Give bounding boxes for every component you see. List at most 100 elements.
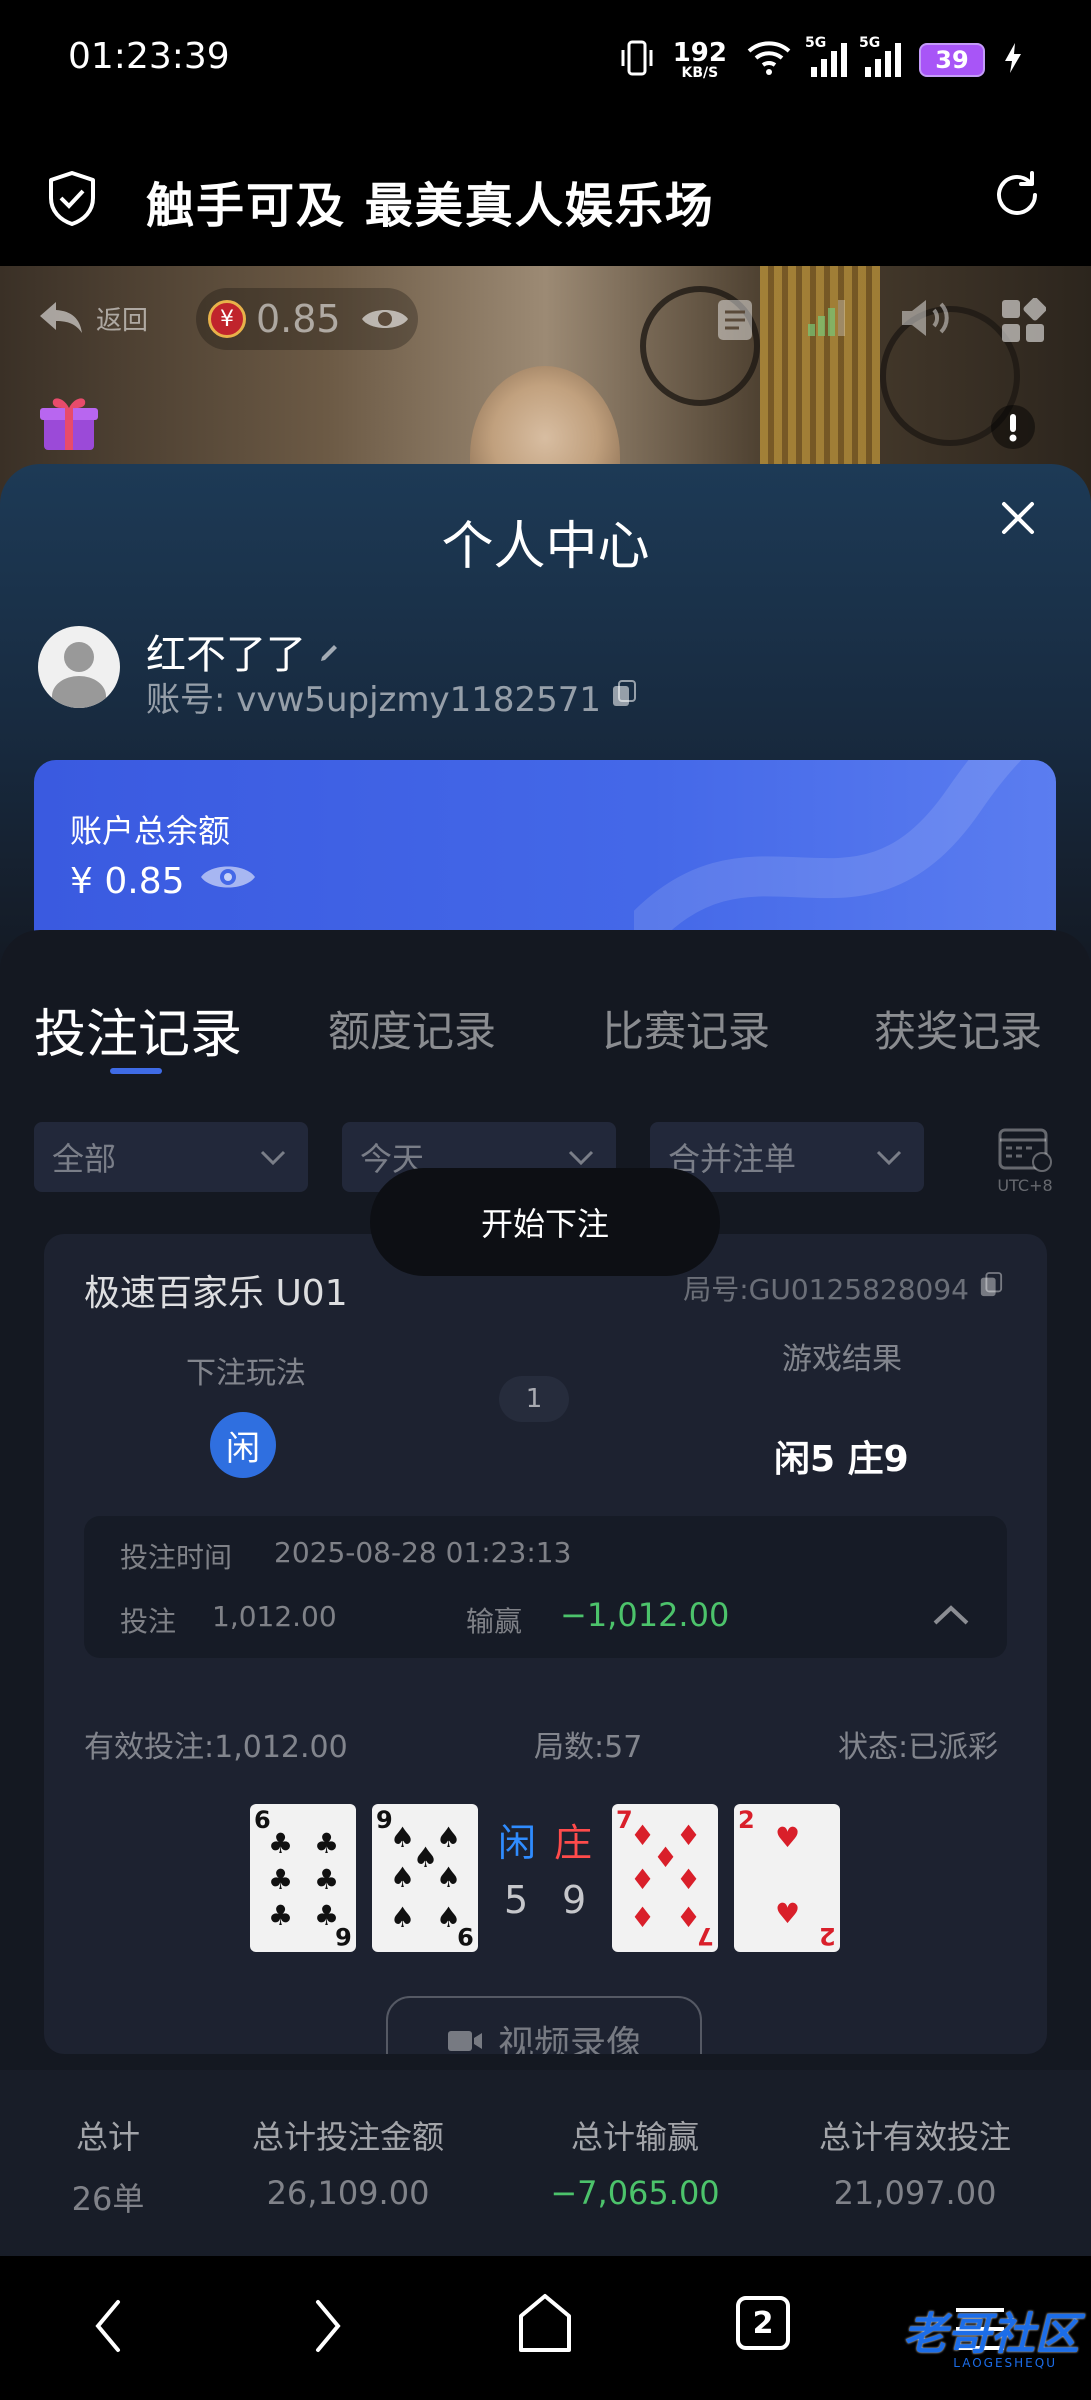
chevron-left-icon [95, 2300, 120, 2352]
gift-icon[interactable] [38, 392, 100, 454]
copy-account-button[interactable] [611, 677, 637, 717]
nav-home-button[interactable] [516, 2292, 574, 2358]
video-replay-button[interactable]: 视频录像 [386, 1996, 702, 2054]
back-arrow-icon [40, 302, 82, 333]
totals-header-winloss: 总计输赢 [570, 2118, 699, 2156]
round-count: 局数:57 [534, 1730, 643, 1765]
tab-bet-records[interactable]: 投注记录 [34, 992, 242, 1067]
records-panel: 投注记录 额度记录 比赛记录 获奖记录 全部 今天 合并注单 UTC+8 极速百… [0, 930, 1091, 2400]
totals-count: 26单 [71, 2180, 145, 2218]
app-bar: 触手可及 最美真人娱乐场 [0, 120, 1091, 266]
edit-name-button[interactable] [318, 628, 342, 674]
playing-card: 7 ♦ ♦ ♦ ♦ ♦ ♦ ♦ 7 [612, 1804, 718, 1952]
nav-forward-button[interactable] [312, 2296, 344, 2360]
bet-detail-box: 投注时间 2025-08-28 01:23:13 投注 1,012.00 输赢 … [84, 1516, 1007, 1658]
round-number: 局号:GU0125828094 [683, 1268, 1003, 1308]
tab-award-records[interactable]: 获奖记录 [874, 998, 1042, 1059]
round-count-badge: 1 [499, 1376, 569, 1422]
status-time: 01:23:39 [68, 36, 230, 77]
refresh-button[interactable] [990, 168, 1044, 226]
eye-icon [200, 866, 255, 888]
win-loss-amount: −1,012.00 [560, 1596, 730, 1634]
balance-value: ¥ 0.85 [70, 861, 185, 902]
playing-card: 2 ♥ ♥ 2 [734, 1804, 840, 1952]
back-button[interactable]: 返回 [36, 298, 148, 338]
avatar [38, 626, 120, 708]
vibrate-icon [619, 38, 655, 82]
calendar-button[interactable]: UTC+8 [990, 1124, 1060, 1195]
signal-sim1-icon: 5G [805, 35, 847, 77]
game-name: 极速百家乐 U01 [84, 1273, 348, 1314]
status-bar: 01:23:39 192 KB/S 5G 5G 39 [0, 0, 1091, 120]
balance-label: 账户总余额 [70, 812, 231, 850]
wifi-icon [745, 39, 793, 81]
playing-card: 9 ♠ ♠ ♠ ♠ ♠ ♠ ♠ 9 [372, 1804, 478, 1952]
nav-back-button[interactable] [92, 2296, 124, 2360]
totals-bet: 26,109.00 [266, 2174, 430, 2212]
copy-icon [980, 1271, 1003, 1296]
card-wave-decoration [634, 760, 1022, 940]
battery-icon: 39 [919, 43, 985, 77]
apps-grid-icon[interactable] [1000, 298, 1046, 344]
filter-type-select[interactable]: 全部 [34, 1122, 308, 1192]
game-result: 闲5 庄9 [774, 1439, 909, 1480]
close-icon [1002, 502, 1034, 534]
totals-winloss: −7,065.00 [550, 2174, 720, 2212]
toast-message: 开始下注 [370, 1168, 720, 1276]
chevron-down-icon [260, 1150, 286, 1166]
tab-count: 2 [736, 2296, 790, 2350]
totals-header-bet: 总计投注金额 [251, 2118, 444, 2156]
copy-icon [613, 679, 637, 706]
close-button[interactable] [1000, 500, 1036, 540]
pencil-icon [321, 645, 337, 661]
tab-credit-records[interactable]: 额度记录 [328, 998, 496, 1059]
totals-valid: 21,097.00 [833, 2174, 997, 2212]
sheet-title: 个人中心 [441, 517, 650, 577]
watermark-logo: 老哥社区 [903, 2309, 1079, 2360]
collapse-button[interactable] [932, 1604, 970, 1630]
volume-icon[interactable] [898, 296, 958, 340]
bet-amount: 1,012.00 [212, 1600, 337, 1633]
balance-value-row: ¥ 0.85 [70, 860, 257, 903]
settle-status: 状态:已派彩 [838, 1730, 999, 1765]
shield-check-icon [46, 170, 98, 230]
banker-score: 9 [562, 1878, 587, 1922]
chevron-up-icon [933, 1605, 969, 1625]
alert-icon[interactable] [990, 404, 1036, 450]
app-title: 触手可及 最美真人娱乐场 [146, 178, 715, 234]
chevron-down-icon [876, 1150, 902, 1166]
home-icon [519, 2294, 571, 2352]
bet-type-label: 下注玩法 [186, 1356, 306, 1391]
bet-record-card: 极速百家乐 U01 局号:GU0125828094 下注玩法 闲 1 游戏结果 … [44, 1234, 1047, 2054]
playing-card: 6 ♣ ♣ ♣ ♣ ♣ ♣ 6 [250, 1804, 356, 1952]
totals-bar: 总计 总计投注金额 总计输赢 总计有效投注 26单 26,109.00 −7,0… [0, 2070, 1091, 2256]
active-tab-indicator [110, 1068, 162, 1074]
player-label: 闲 [498, 1821, 537, 1865]
record-tabs: 投注记录 额度记录 比赛记录 获奖记录 [0, 998, 1091, 1078]
charging-icon [1003, 41, 1023, 79]
banker-label: 庄 [554, 1821, 593, 1865]
eye-icon[interactable] [360, 304, 410, 334]
totals-header-valid: 总计有效投注 [818, 2118, 1011, 2156]
chandelier-image [760, 266, 880, 466]
signal-sim2-icon: 5G [859, 35, 901, 77]
net-speed: 192 KB/S [672, 38, 727, 81]
player-score: 5 [504, 1878, 529, 1922]
copy-round-button[interactable] [979, 1271, 1003, 1305]
bet-type-chip: 闲 [210, 1412, 276, 1478]
account-row: 账号: vvw5upjzmy1182571 [146, 672, 637, 721]
bet-time: 2025-08-28 01:23:13 [274, 1536, 572, 1569]
toggle-balance-visibility[interactable] [199, 860, 257, 903]
result-label: 游戏结果 [782, 1342, 902, 1377]
chevron-right-icon [316, 2300, 341, 2352]
tab-match-records[interactable]: 比赛记录 [602, 998, 770, 1059]
account-id: 账号: vvw5upjzmy1182571 [146, 680, 602, 720]
video-camera-icon [447, 2031, 482, 2051]
calendar-icon [998, 1128, 1052, 1172]
signal-quality-icon[interactable] [804, 298, 854, 338]
coin-icon: ¥ [208, 300, 246, 338]
record-list-icon[interactable] [716, 298, 754, 342]
valid-bet: 有效投注:1,012.00 [84, 1730, 348, 1765]
watermark-sub: LAOGESHEQU [953, 2356, 1057, 2370]
nav-tabs-button[interactable]: 2 [736, 2296, 790, 2350]
